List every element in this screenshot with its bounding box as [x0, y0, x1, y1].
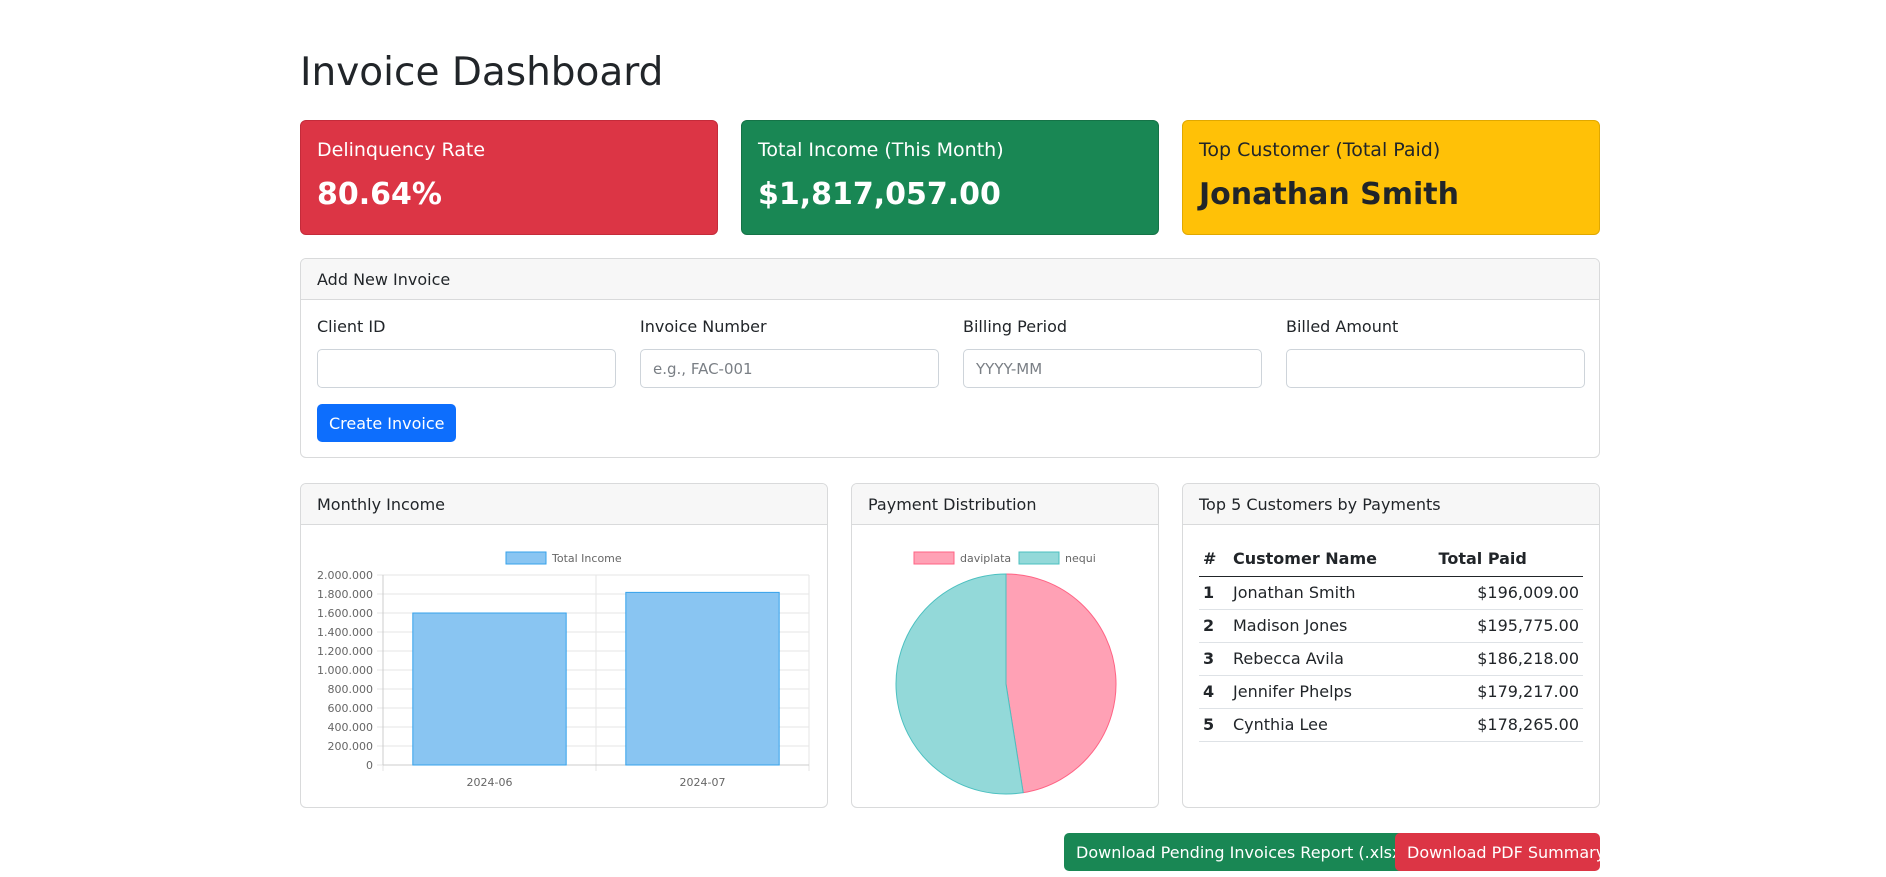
row-total-paid: $195,775.00	[1434, 609, 1583, 643]
row-customer-name: Madison Jones	[1229, 609, 1435, 643]
y-tick-label: 200.000	[328, 740, 374, 753]
monthly-income-header: Monthly Income	[301, 484, 827, 525]
legend-label-nequi: nequi	[1065, 552, 1096, 565]
y-tick-label: 600.000	[328, 702, 374, 715]
y-tick-label: 1.600.000	[317, 607, 373, 620]
legend-label-daviplata: daviplata	[960, 552, 1011, 565]
billing-period-label: Billing Period	[963, 317, 1068, 336]
row-rank: 1	[1199, 576, 1229, 610]
billed-amount-group: Billed Amount	[1286, 317, 1585, 388]
column-header-customer-name: Customer Name	[1229, 542, 1435, 577]
y-tick-label: 800.000	[328, 683, 374, 696]
page-title: Invoice Dashboard	[300, 50, 664, 95]
y-tick-label: 1.400.000	[317, 626, 373, 639]
chart-legend: Total Income	[505, 551, 622, 565]
table-row: 4 Jennifer Phelps $179,217.00	[1199, 675, 1583, 709]
bar-2024-06	[412, 612, 567, 766]
create-invoice-button[interactable]: Create Invoice	[317, 404, 457, 442]
y-tick-label: 1.800.000	[317, 588, 373, 601]
bar-2024-07	[625, 591, 780, 766]
table-row: 5 Cynthia Lee $178,265.00	[1199, 708, 1583, 742]
column-header-rank: #	[1199, 542, 1229, 577]
pie-slice-daviplata	[1005, 573, 1117, 794]
delinquency-rate-label: Delinquency Rate	[317, 139, 486, 161]
row-rank: 5	[1199, 708, 1229, 742]
top-customers-header: Top 5 Customers by Payments	[1183, 484, 1599, 525]
legend-label-total-income: Total Income	[551, 552, 622, 565]
chart-legend: daviplata nequi	[913, 551, 1096, 565]
y-tick-label: 1.000.000	[317, 664, 373, 677]
row-customer-name: Jennifer Phelps	[1229, 675, 1435, 709]
row-total-paid: $196,009.00	[1434, 576, 1583, 610]
y-tick-label: 2.000.000	[317, 569, 373, 582]
total-income-label: Total Income (This Month)	[758, 139, 1004, 161]
table-row: 1 Jonathan Smith $196,009.00	[1199, 576, 1583, 610]
top-customer-value: Jonathan Smith	[1199, 177, 1459, 212]
invoice-number-label: Invoice Number	[640, 317, 767, 336]
delinquency-rate-card: Delinquency Rate 80.64%	[300, 120, 718, 235]
row-customer-name: Cynthia Lee	[1229, 708, 1435, 742]
column-header-total-paid: Total Paid	[1434, 542, 1583, 577]
billed-amount-label: Billed Amount	[1286, 317, 1399, 336]
legend-swatch-daviplata	[913, 551, 955, 565]
top-customers-panel: Top 5 Customers by Payments # Customer N…	[1182, 483, 1600, 808]
download-xlsx-button[interactable]: Download Pending Invoices Report (.xlsx)	[1064, 833, 1420, 871]
client-id-group: Client ID	[317, 317, 616, 388]
invoice-number-group: Invoice Number	[640, 317, 939, 388]
total-income-card: Total Income (This Month) $1,817,057.00	[741, 120, 1159, 235]
x-tick-label: 2024-06	[467, 776, 513, 789]
total-income-value: $1,817,057.00	[758, 177, 1001, 212]
payment-distribution-panel: Payment Distribution daviplata nequi	[851, 483, 1159, 808]
y-tick-label: 400.000	[328, 721, 374, 734]
legend-swatch-nequi	[1018, 551, 1060, 565]
client-id-input[interactable]	[317, 349, 616, 388]
row-total-paid: $186,218.00	[1434, 642, 1583, 676]
top-customer-card: Top Customer (Total Paid) Jonathan Smith	[1182, 120, 1600, 235]
legend-swatch-total-income	[505, 551, 547, 565]
y-tick-label: 1.200.000	[317, 645, 373, 658]
billed-amount-input[interactable]	[1286, 349, 1585, 388]
billing-period-input[interactable]	[963, 349, 1262, 388]
table-header-row: # Customer Name Total Paid	[1199, 542, 1583, 577]
add-invoice-panel: Add New Invoice Client ID Invoice Number…	[300, 258, 1600, 458]
row-customer-name: Rebecca Avila	[1229, 642, 1435, 676]
row-rank: 2	[1199, 609, 1229, 643]
row-rank: 4	[1199, 675, 1229, 709]
payment-distribution-chart: daviplata nequi	[895, 551, 1117, 795]
row-customer-name: Jonathan Smith	[1229, 576, 1435, 610]
delinquency-rate-value: 80.64%	[317, 177, 442, 212]
invoice-number-input[interactable]	[640, 349, 939, 388]
client-id-label: Client ID	[317, 317, 386, 336]
row-total-paid: $178,265.00	[1434, 708, 1583, 742]
add-invoice-header: Add New Invoice	[301, 259, 1599, 300]
top-customer-label: Top Customer (Total Paid)	[1199, 139, 1441, 161]
top-customers-table: # Customer Name Total Paid 1 Jonathan Sm…	[1199, 542, 1583, 742]
billing-period-group: Billing Period	[963, 317, 1262, 388]
y-tick-label: 0	[366, 759, 373, 772]
table-row: 2 Madison Jones $195,775.00	[1199, 609, 1583, 643]
table-row: 3 Rebecca Avila $186,218.00	[1199, 642, 1583, 676]
monthly-income-panel: Monthly Income Total Income 0 200.000 400.0…	[300, 483, 828, 808]
x-tick-label: 2024-07	[680, 776, 726, 789]
download-pdf-button[interactable]: Download PDF Summary	[1395, 833, 1605, 871]
monthly-income-chart: Total Income 0 200.000 400.000 600.000 800.00…	[317, 551, 810, 789]
payment-distribution-header: Payment Distribution	[852, 484, 1158, 525]
row-rank: 3	[1199, 642, 1229, 676]
row-total-paid: $179,217.00	[1434, 675, 1583, 709]
pie-slice-nequi	[895, 573, 1024, 795]
